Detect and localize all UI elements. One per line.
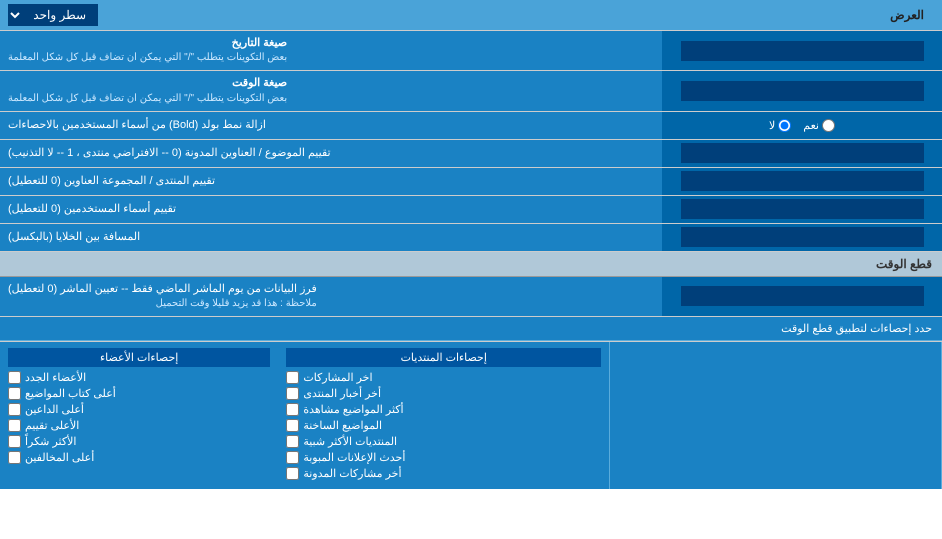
cell-spacing-input-container: 2 (662, 224, 942, 251)
sort-users-label: تقييم أسماء المستخدمين (0 للتعطيل) (0, 196, 662, 223)
main-container: العرض سطر واحدسطرينثلاثة أسطر d-m صيغة ا… (0, 0, 942, 489)
checkbox-item-cb4: المواضيع الساخنة (286, 419, 601, 432)
bold-remove-row: نعم لا ازالة نمط بولد (Bold) من أسماء ال… (0, 112, 942, 140)
time-filter-row: 0 فرز البيانات من يوم الماشر الماضي فقط … (0, 277, 942, 317)
checkbox-cb9[interactable] (8, 387, 21, 400)
display-header-row: العرض سطر واحدسطرينثلاثة أسطر (0, 0, 942, 31)
checkbox-item-cb10: أعلى الداعين (8, 403, 270, 416)
bold-remove-input-container: نعم لا (662, 112, 942, 139)
checkbox-cb13[interactable] (8, 451, 21, 464)
checkbox-cb7[interactable] (286, 467, 299, 480)
bold-yes-radio[interactable] (822, 119, 835, 132)
sort-forum-input-container: 33 (662, 168, 942, 195)
time-cut-section-header: قطع الوقت (0, 252, 942, 277)
cell-spacing-row: 2 المسافة بين الخلايا (بالبكسل) (0, 224, 942, 252)
post-stats-panel: إحصاءات المنتديات اخر المشاركات أخر أخبا… (278, 342, 610, 489)
sort-forum-row: 33 تقييم المنتدى / المجموعة العناوين (0 … (0, 168, 942, 196)
sort-topics-input-container: 33 (662, 140, 942, 167)
sort-users-row: 0 تقييم أسماء المستخدمين (0 للتعطيل) (0, 196, 942, 224)
date-format-input-container: d-m (662, 31, 942, 70)
checkbox-item-cb13: أعلى المخالفين (8, 451, 270, 464)
sort-users-input[interactable]: 0 (681, 199, 924, 219)
checkbox-cb11[interactable] (8, 419, 21, 432)
time-format-input-container: H:i (662, 71, 942, 110)
checkbox-item-cb9: أعلى كتاب المواضيع (8, 387, 270, 400)
sort-topics-input[interactable]: 33 (681, 143, 924, 163)
empty-panel (610, 342, 942, 489)
checkbox-item-cb3: أكثر المواضيع مشاهدة (286, 403, 601, 416)
sort-topics-row: 33 تقييم الموضوع / العناوين المدونة (0 -… (0, 140, 942, 168)
cell-spacing-input[interactable]: 2 (681, 227, 924, 247)
checkbox-item-cb1: اخر المشاركات (286, 371, 601, 384)
time-format-row: H:i صيغة الوقت بعض التكوينات يتطلب "/" ا… (0, 71, 942, 111)
sort-users-input-container: 0 (662, 196, 942, 223)
checkbox-cb3[interactable] (286, 403, 299, 416)
checkbox-item-cb5: المنتديات الأكثر شبية (286, 435, 601, 448)
checkbox-item-cb8: الأعضاء الجدد (8, 371, 270, 384)
time-filter-input-container: 0 (662, 277, 942, 316)
time-filter-input[interactable]: 0 (681, 286, 924, 306)
cell-spacing-label: المسافة بين الخلايا (بالبكسل) (0, 224, 662, 251)
bottom-checkbox-section: إحصاءات المنتديات اخر المشاركات أخر أخبا… (0, 341, 942, 489)
bold-no-label[interactable]: لا (769, 119, 791, 132)
time-format-label: صيغة الوقت بعض التكوينات يتطلب "/" التي … (0, 71, 662, 110)
checkbox-cb5[interactable] (286, 435, 299, 448)
checkbox-cb12[interactable] (8, 435, 21, 448)
sort-topics-label: تقييم الموضوع / العناوين المدونة (0 -- ا… (0, 140, 662, 167)
checkbox-item-cb2: أخر أخبار المنتدى (286, 387, 601, 400)
bold-remove-label: ازالة نمط بولد (Bold) من أسماء المستخدمي… (0, 112, 662, 139)
date-format-row: d-m صيغة التاريخ بعض التكوينات يتطلب "/"… (0, 31, 942, 71)
display-label: العرض (98, 8, 934, 22)
member-stats-title: إحصاءات الأعضاء (8, 348, 270, 367)
bold-no-radio[interactable] (778, 119, 791, 132)
date-format-input[interactable]: d-m (681, 41, 924, 61)
checkbox-cb2[interactable] (286, 387, 299, 400)
limit-row: حدد إحصاءات لتطبيق قطع الوقت (0, 317, 942, 341)
member-stats-panel: إحصاءات الأعضاء الأعضاء الجدد أعلى كتاب … (0, 342, 278, 489)
checkbox-item-cb6: أحدث الإعلانات المبوبة (286, 451, 601, 464)
time-format-input[interactable]: H:i (681, 81, 924, 101)
checkbox-item-cb11: الأعلى تقييم (8, 419, 270, 432)
date-format-label: صيغة التاريخ بعض التكوينات يتطلب "/" الت… (0, 31, 662, 70)
checkbox-item-cb7: أخر مشاركات المدونة (286, 467, 601, 480)
bold-yes-label[interactable]: نعم (803, 119, 835, 132)
display-select[interactable]: سطر واحدسطرينثلاثة أسطر (8, 4, 98, 26)
checkbox-item-cb12: الأكثر شكراً (8, 435, 270, 448)
checkbox-cb8[interactable] (8, 371, 21, 384)
time-filter-label: فرز البيانات من يوم الماشر الماضي فقط --… (0, 277, 662, 316)
checkbox-cb4[interactable] (286, 419, 299, 432)
checkbox-cb1[interactable] (286, 371, 299, 384)
post-stats-title: إحصاءات المنتديات (286, 348, 601, 367)
checkbox-cb6[interactable] (286, 451, 299, 464)
sort-forum-label: تقييم المنتدى / المجموعة العناوين (0 للت… (0, 168, 662, 195)
checkbox-cb10[interactable] (8, 403, 21, 416)
sort-forum-input[interactable]: 33 (681, 171, 924, 191)
